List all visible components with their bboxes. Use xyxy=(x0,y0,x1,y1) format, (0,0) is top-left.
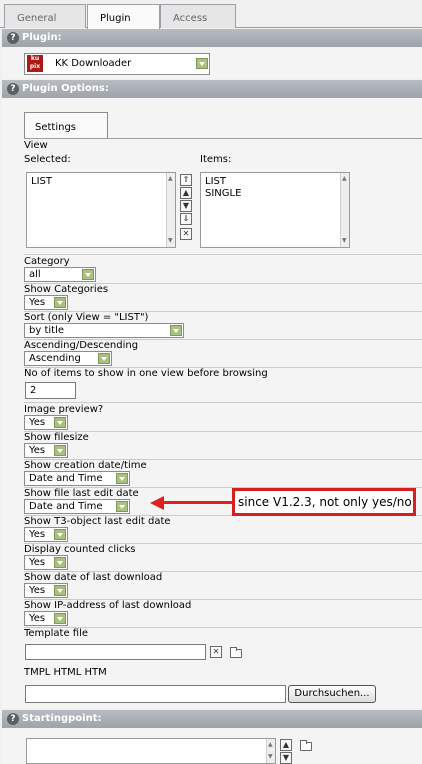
show-last-download-select[interactable]: Yes xyxy=(24,583,68,598)
move-down-icon[interactable]: ▼ xyxy=(180,200,192,212)
display-clicks-select[interactable]: Yes xyxy=(24,555,68,570)
plugin-section-header: ? Plugin: xyxy=(2,29,422,47)
tab-settings[interactable]: Settings xyxy=(24,112,108,139)
tab-plugin[interactable]: Plugin xyxy=(87,4,160,29)
template-file-label: Template file xyxy=(24,628,89,639)
selected-listbox[interactable]: LIST xyxy=(26,172,176,248)
help-icon[interactable]: ? xyxy=(7,713,19,725)
show-creation-select[interactable]: Date and Time xyxy=(24,471,130,486)
browse-button[interactable]: Durchsuchen... xyxy=(288,685,376,703)
asc-desc-select[interactable]: Ascending xyxy=(24,351,112,366)
clear-icon[interactable]: ✕ xyxy=(210,646,222,658)
chevron-down-icon xyxy=(54,529,66,540)
scrollbar[interactable] xyxy=(266,739,275,763)
move-up-icon[interactable]: ▲ xyxy=(280,739,292,751)
show-filesize-label: Show filesize xyxy=(24,432,89,443)
move-bottom-icon[interactable]: ⇓ xyxy=(180,213,192,225)
annotation-callout: since V1.2.3, not only yes/no xyxy=(232,488,416,516)
show-t3-edit-label: Show T3-object last edit date xyxy=(24,516,171,527)
tab-bar: General Plugin Access xyxy=(0,0,422,29)
list-item[interactable]: LIST xyxy=(31,176,171,188)
move-top-icon[interactable]: ⇑ xyxy=(180,174,192,186)
chevron-down-icon xyxy=(116,473,128,484)
show-filesize-select[interactable]: Yes xyxy=(24,443,68,458)
category-label: Category xyxy=(24,256,70,267)
folder-icon[interactable] xyxy=(230,647,242,658)
show-categories-select[interactable]: Yes xyxy=(24,295,68,310)
chevron-down-icon xyxy=(98,353,110,364)
category-select[interactable]: all xyxy=(24,267,96,282)
scrollbar[interactable] xyxy=(340,173,349,247)
tmpl-types-label: TMPL HTML HTM xyxy=(24,667,107,678)
annotation-arrowhead xyxy=(150,496,164,510)
selected-label: Selected: xyxy=(24,154,71,165)
plugin-options-section-header: ? Plugin Options: xyxy=(2,80,422,98)
kk-downloader-logo: ku pix xyxy=(27,55,43,72)
chevron-down-icon xyxy=(54,445,66,456)
move-down-icon[interactable]: ▼ xyxy=(280,752,292,764)
items-label: Items: xyxy=(200,154,232,165)
tab-general[interactable]: General xyxy=(4,4,86,28)
chevron-down-icon xyxy=(54,557,66,568)
list-item[interactable]: SINGLE xyxy=(205,188,345,200)
show-last-download-label: Show date of last download xyxy=(24,572,163,583)
display-clicks-label: Display counted clicks xyxy=(24,544,136,555)
sort-select[interactable]: by title xyxy=(24,323,184,338)
show-last-edit-select[interactable]: Date and Time xyxy=(24,499,130,514)
items-per-view-label: No of items to show in one view before b… xyxy=(24,368,268,379)
show-ip-label: Show IP-address of last download xyxy=(24,600,192,611)
items-listbox[interactable]: LIST SINGLE xyxy=(200,172,350,248)
chevron-down-icon xyxy=(54,417,66,428)
divider xyxy=(24,402,422,403)
divider xyxy=(24,254,422,255)
show-creation-label: Show creation date/time xyxy=(24,460,147,471)
plugin-select[interactable]: KK Downloader xyxy=(24,53,210,75)
chevron-down-icon xyxy=(54,613,66,624)
chevron-down-icon xyxy=(116,501,128,512)
view-label: View xyxy=(24,140,48,151)
folder-icon[interactable] xyxy=(300,740,312,751)
chevron-down-icon xyxy=(196,58,208,69)
startingpoint-listbox[interactable] xyxy=(26,738,276,764)
file-upload-input[interactable] xyxy=(25,685,286,703)
remove-icon[interactable]: ✕ xyxy=(180,228,192,240)
image-preview-select[interactable]: Yes xyxy=(24,415,68,430)
template-file-input[interactable] xyxy=(25,644,206,660)
chevron-down-icon xyxy=(82,269,94,280)
chevron-down-icon xyxy=(54,297,66,308)
move-up-icon[interactable]: ▲ xyxy=(180,187,192,199)
items-per-view-input[interactable]: 2 xyxy=(25,382,76,399)
show-t3-edit-select[interactable]: Yes xyxy=(24,527,68,542)
asc-desc-label: Ascending/Descending xyxy=(24,340,139,351)
sort-label: Sort (only View = "LIST") xyxy=(24,312,149,323)
tab-access[interactable]: Access xyxy=(160,4,236,28)
list-item[interactable]: LIST xyxy=(205,176,345,188)
scrollbar[interactable] xyxy=(166,173,175,247)
show-categories-label: Show Categories xyxy=(24,284,109,295)
chevron-down-icon xyxy=(170,325,182,336)
image-preview-label: Image preview? xyxy=(24,404,104,415)
show-last-edit-label: Show file last edit date xyxy=(24,488,139,499)
divider xyxy=(24,138,422,139)
chevron-down-icon xyxy=(54,585,66,596)
startingpoint-section-header: ? Startingpoint: xyxy=(2,710,422,728)
help-icon[interactable]: ? xyxy=(7,83,19,95)
help-icon[interactable]: ? xyxy=(7,32,19,44)
annotation-arrow xyxy=(163,501,232,504)
show-ip-select[interactable]: Yes xyxy=(24,611,68,626)
